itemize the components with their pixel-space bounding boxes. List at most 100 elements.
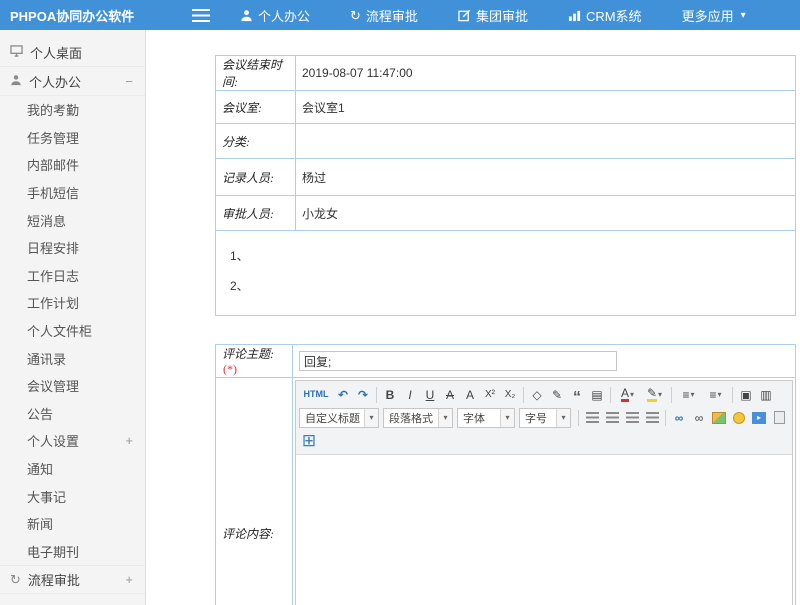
field-value: 2019-08-07 11:47:00	[296, 56, 796, 91]
remove-format-button[interactable]: ◇	[527, 385, 547, 405]
unlink-icon: ∞	[695, 412, 704, 424]
select-all-icon: ▤	[591, 389, 602, 401]
workflow-icon: ↻	[350, 9, 361, 22]
caret-down-icon: ▾	[438, 409, 452, 427]
dropdown-label: 段落格式	[389, 410, 433, 426]
expand-icon[interactable]: +	[125, 572, 133, 587]
sidebar-item-announcement[interactable]: 公告	[0, 400, 145, 428]
align-justify-button[interactable]	[642, 408, 662, 428]
blockquote-button[interactable]: “	[567, 385, 587, 405]
font-size-dropdown[interactable]: 字号▾	[519, 408, 571, 428]
table-row: 分类:	[216, 124, 796, 159]
dropdown-label: 字体	[463, 410, 485, 426]
align-right-button[interactable]	[622, 408, 642, 428]
nav-label: 流程审批	[366, 6, 418, 25]
paragraph-format-dropdown[interactable]: 段落格式 ▾	[383, 408, 453, 428]
sidebar-item-short-message[interactable]: 短消息	[0, 206, 145, 234]
expand-icon[interactable]: +	[125, 433, 133, 448]
ordered-list-button[interactable]: ≡▾	[675, 385, 702, 405]
sidebar-item-personal-office[interactable]: 个人办公 −	[0, 67, 145, 96]
caret-down-icon: ▾	[718, 390, 722, 399]
underline-button[interactable]: U	[420, 385, 440, 405]
toolbar-separator	[671, 387, 672, 403]
table-row: 评论主题:(*)	[216, 345, 796, 378]
undo-icon: ↶	[338, 389, 348, 401]
sidebar-item-workflow-approval[interactable]: ↻ 流程审批 +	[0, 565, 145, 594]
insert-link-button[interactable]: ∞	[669, 408, 689, 428]
undo-button[interactable]: ↶	[333, 385, 353, 405]
indent-button[interactable]: ▣	[736, 385, 756, 405]
sidebar-item-work-plan[interactable]: 工作计划	[0, 289, 145, 317]
nav-workflow-approval[interactable]: ↻ 流程审批	[350, 6, 418, 25]
sidebar-item-memorabilia[interactable]: 大事记	[0, 482, 145, 510]
sidebar-item-notification[interactable]: 通知	[0, 455, 145, 483]
sidebar-item-personal-desktop[interactable]: 个人桌面	[0, 38, 145, 67]
italic-button[interactable]: I	[400, 385, 420, 405]
nav-crm[interactable]: CRM系统	[568, 6, 642, 25]
field-label: 审批人员:	[216, 196, 296, 231]
comment-content-editor[interactable]	[296, 455, 792, 605]
sidebar-item-my-attendance[interactable]: 我的考勤	[0, 96, 145, 124]
insert-table-button[interactable]: ⊞	[299, 431, 319, 451]
sidebar-item-task-management[interactable]: 任务管理	[0, 124, 145, 152]
sidebar-item-work-log[interactable]: 工作日志	[0, 262, 145, 290]
hamburger-menu-icon[interactable]	[192, 9, 210, 22]
font-color-button[interactable]: A▾	[614, 385, 641, 405]
redo-button[interactable]: ↷	[353, 385, 373, 405]
insert-image-button[interactable]	[709, 408, 729, 428]
sidebar-item-news[interactable]: 新闻	[0, 510, 145, 538]
caret-down-icon: ▾	[691, 390, 695, 399]
bold-button[interactable]: B	[380, 385, 400, 405]
comment-subject-input[interactable]	[299, 351, 617, 371]
sidebar-item-label: 工作日志	[27, 266, 79, 285]
sidebar-item-e-journal[interactable]: 电子期刊	[0, 538, 145, 566]
caret-down-icon: ▾	[741, 10, 746, 21]
top-navigation-bar: PHPOA协同办公软件 个人办公 ↻ 流程审批 集团审批 CRM系统 更多应用 …	[0, 0, 800, 30]
quick-format-button[interactable]: ✎	[547, 385, 567, 405]
heading-style-dropdown[interactable]: 自定义标题▾	[299, 408, 379, 428]
emoticon-button[interactable]	[729, 408, 749, 428]
collapse-icon[interactable]: −	[125, 74, 133, 89]
subscript-button[interactable]: X₂	[500, 385, 520, 405]
meeting-detail-table: 会议结束时间: 2019-08-07 11:47:00 会议室: 会议室1 分类…	[215, 55, 796, 316]
sidebar-item-internal-mail[interactable]: 内部邮件	[0, 151, 145, 179]
sidebar-item-schedule[interactable]: 日程安排	[0, 234, 145, 262]
table-row: 评论内容: HTML ↶ ↷ B I U A	[216, 378, 796, 605]
font-family-dropdown[interactable]: 字体▾	[457, 408, 515, 428]
nav-group-approval[interactable]: 集团审批	[458, 6, 528, 25]
unordered-list-button[interactable]: ≡▾	[702, 385, 729, 405]
source-code-button[interactable]: HTML	[299, 385, 333, 405]
nav-more-apps[interactable]: 更多应用 ▾	[682, 6, 746, 25]
sidebar-item-mobile-sms[interactable]: 手机短信	[0, 179, 145, 207]
nav-label: 更多应用	[682, 6, 734, 25]
insert-media-button[interactable]: ▸	[749, 408, 769, 428]
main-nav: 个人办公 ↻ 流程审批 集团审批 CRM系统 更多应用 ▾	[240, 6, 746, 25]
rich-text-editor: HTML ↶ ↷ B I U A A X² X₂	[295, 380, 793, 605]
field-value	[296, 124, 796, 159]
nav-personal-office[interactable]: 个人办公	[240, 6, 310, 25]
sidebar-item-personal-file-cabinet[interactable]: 个人文件柜	[0, 317, 145, 345]
insert-file-button[interactable]	[769, 408, 789, 428]
align-center-button[interactable]	[602, 408, 622, 428]
field-value: HTML ↶ ↷ B I U A A X² X₂	[293, 378, 796, 605]
sidebar-item-meeting-management[interactable]: 会议管理	[0, 372, 145, 400]
highlight-color-button[interactable]: ✎▾	[641, 385, 668, 405]
media-icon: ▸	[752, 412, 766, 424]
toolbar-row-3: ⊞	[299, 429, 789, 452]
comment-subject-label: 评论主题:	[222, 347, 274, 361]
section-gap	[215, 316, 800, 344]
outdent-icon: ▥	[760, 389, 771, 401]
align-left-button[interactable]	[582, 408, 602, 428]
superscript-button[interactable]: X²	[480, 385, 500, 405]
remove-link-button[interactable]: ∞	[689, 408, 709, 428]
sidebar-item-contacts[interactable]: 通讯录	[0, 344, 145, 372]
sidebar-item-label: 日程安排	[27, 238, 79, 257]
strikethrough-button[interactable]: A	[440, 385, 460, 405]
font-style-icon: A	[466, 389, 474, 401]
outdent-button[interactable]: ▥	[756, 385, 776, 405]
brush-icon: ✎	[552, 389, 562, 401]
toolbar-separator	[732, 387, 733, 403]
sidebar-item-personal-settings[interactable]: 个人设置+	[0, 427, 145, 455]
font-style-button[interactable]: A	[460, 385, 480, 405]
select-all-button[interactable]: ▤	[587, 385, 607, 405]
